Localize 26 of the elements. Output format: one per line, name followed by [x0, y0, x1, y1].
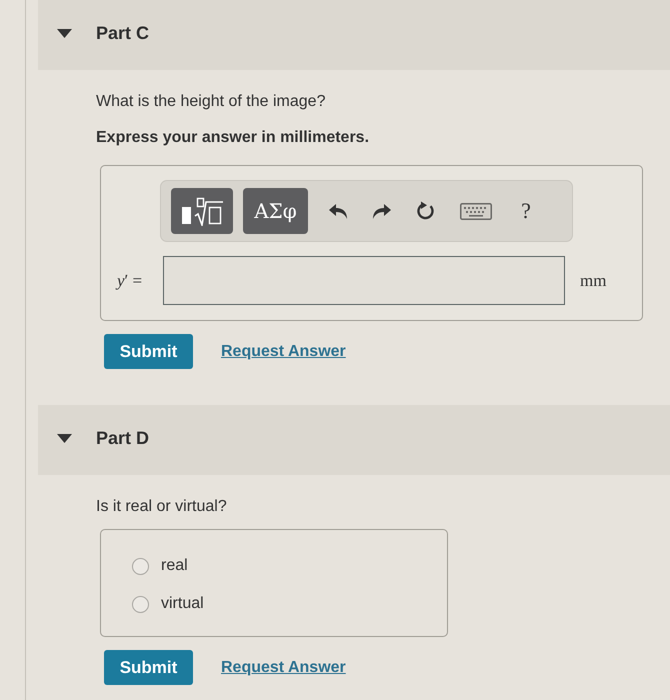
option-label[interactable]: real	[161, 557, 188, 575]
instruction-text: Express your answer in millimeters.	[96, 128, 370, 148]
request-answer-link[interactable]: Request Answer	[221, 658, 346, 676]
square-root-template-icon	[180, 196, 224, 226]
reset-icon	[416, 201, 436, 221]
keyboard-icon	[460, 202, 492, 220]
submit-button[interactable]: Submit	[104, 334, 193, 369]
help-button[interactable]: ?	[512, 195, 540, 227]
submit-button[interactable]: Submit	[104, 650, 193, 685]
templates-button[interactable]	[171, 188, 233, 234]
option-label[interactable]: virtual	[161, 595, 204, 613]
part-header[interactable]: Part C	[38, 0, 670, 70]
redo-icon	[372, 202, 392, 220]
question-text: What is the height of the image?	[96, 92, 326, 112]
variable-label: y′ =	[117, 270, 144, 290]
request-answer-link[interactable]: Request Answer	[221, 342, 346, 360]
part-title: Part D	[96, 427, 150, 449]
part-title: Part C	[96, 22, 150, 44]
part-header[interactable]: Part D	[38, 405, 670, 475]
question-text: Is it real or virtual?	[96, 497, 228, 517]
symbols-button[interactable]: ΑΣφ	[243, 188, 308, 234]
unit-label: mm	[580, 270, 606, 290]
radio-button[interactable]	[132, 596, 149, 612]
answer-input[interactable]	[163, 256, 565, 305]
undo-icon	[328, 202, 348, 220]
radio-button[interactable]	[132, 558, 149, 574]
